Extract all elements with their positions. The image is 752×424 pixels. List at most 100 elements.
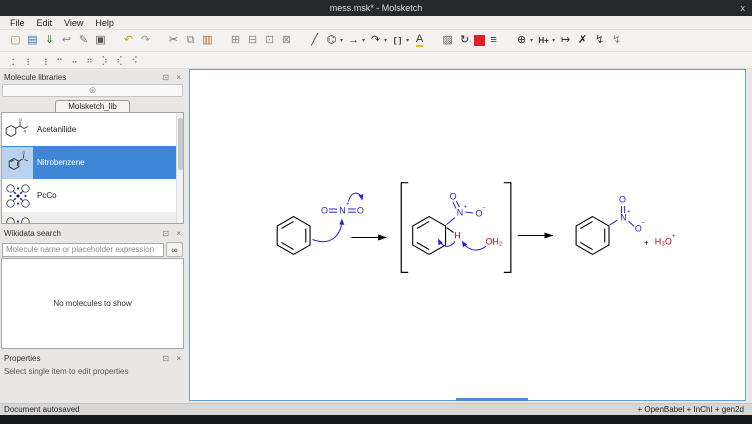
wikidata-search-button[interactable]: ∞ — [166, 242, 183, 257]
libraries-panel-header: Molecule libraries ⊡ × — [1, 71, 184, 84]
toolbar-align: ⡂⡆⢰⠒⠤⠶⡱⢎⠪ — [0, 52, 752, 69]
reaction-arrow-tool-button[interactable]: → — [345, 32, 362, 49]
gear-icon: ⊛ — [89, 85, 97, 96]
paste-button[interactable]: ▥ — [199, 32, 216, 49]
zoom-reset-button[interactable]: ⊡ — [261, 32, 278, 49]
library-refresh-button[interactable]: ⊛ — [2, 84, 183, 97]
ring-tool-button[interactable]: ⌬ — [323, 32, 340, 49]
nitrobenzene-ring — [576, 217, 609, 255]
wikidata-panel-header: Wikidata search ⊡ × — [1, 227, 184, 240]
flip-vertical-button[interactable]: ⢎ — [112, 52, 127, 69]
arenium-ring — [413, 217, 454, 255]
status-message: Document autosaved — [4, 405, 80, 414]
atom-label: N — [457, 208, 463, 218]
menu-item-view[interactable]: View — [58, 18, 89, 28]
hydrogen-tool-dropdown[interactable]: ▾ — [552, 37, 555, 44]
menu-item-file[interactable]: File — [4, 18, 31, 28]
rotate-selection-button[interactable]: ⠪ — [127, 52, 142, 69]
molecule-thumbnail: ON — [2, 114, 33, 146]
mechanism-plus-tool-button[interactable]: ↯ — [591, 32, 608, 49]
new-document-button[interactable]: ▢ — [7, 32, 24, 49]
copy-button[interactable]: ⧉ — [182, 32, 199, 49]
hatch-tool-button[interactable]: ▨ — [439, 32, 456, 49]
export-button[interactable]: ✎ — [75, 32, 92, 49]
zoom-in-button[interactable]: ⊞ — [227, 32, 244, 49]
canvas-hscrollbar-thumb[interactable] — [456, 398, 528, 401]
close-icon[interactable]: x — [741, 0, 746, 16]
libraries-close-icon[interactable]: × — [176, 73, 181, 82]
library-item-pcfe[interactable]: PcFe — [2, 212, 183, 224]
svg-text:O: O — [21, 150, 24, 155]
print-button[interactable]: ▣ — [92, 32, 109, 49]
zoom-out-button[interactable]: ⊟ — [244, 32, 261, 49]
tab-molsketch-lib[interactable]: Molsketch_lib — [55, 100, 129, 112]
rotate-tool-button[interactable]: ↻ — [456, 32, 473, 49]
align-right-button[interactable]: ⠶ — [82, 52, 97, 69]
save-button[interactable]: ⇓ — [41, 32, 58, 49]
open-file-button[interactable]: ▤ — [24, 32, 41, 49]
color-swatch[interactable] — [473, 32, 485, 49]
library-item-label: PcCo — [37, 191, 57, 200]
reaction-arrow-tool-dropdown[interactable]: ▾ — [362, 37, 365, 44]
wikidata-panel-title: Wikidata search — [4, 229, 61, 238]
menu-item-help[interactable]: Help — [89, 18, 120, 28]
undo-button[interactable]: ↶ — [120, 32, 137, 49]
library-list: ONAcetanilideONitrobenzenePcCoPcFe — [1, 112, 184, 224]
charge-tool-dropdown[interactable]: ▾ — [530, 37, 533, 44]
molecule-thumbnail — [2, 213, 33, 225]
libraries-panel-title: Molecule libraries — [4, 73, 66, 82]
menu-item-edit[interactable]: Edit — [31, 18, 59, 28]
charge-tool-button[interactable]: ⊕ — [513, 32, 530, 49]
delete-tool-button[interactable]: ✗ — [574, 32, 591, 49]
properties-close-icon[interactable]: × — [176, 354, 181, 363]
save-as-button[interactable]: ↩ — [58, 32, 75, 49]
flip-horizontal-button[interactable]: ⡱ — [97, 52, 112, 69]
library-scrollbar-thumb[interactable] — [178, 118, 183, 170]
svg-text:N: N — [23, 128, 26, 133]
atom-label: O — [450, 192, 457, 202]
wikidata-result-list: No molecules to show — [1, 258, 184, 349]
text-tool-button[interactable]: A — [411, 32, 428, 49]
window-title: mess.msk* - Molsketch — [330, 3, 423, 13]
align-bottom-button[interactable]: ⡂ — [7, 52, 22, 69]
atom-label: + — [672, 233, 676, 239]
library-item-nitrobenzene[interactable]: ONitrobenzene — [2, 146, 183, 179]
wikidata-float-icon[interactable]: ⊡ — [162, 229, 169, 238]
cut-button[interactable]: ✂ — [165, 32, 182, 49]
bracket-tool-dropdown[interactable]: ▾ — [406, 37, 409, 44]
atom-label: H — [454, 230, 460, 240]
atom-label: N — [620, 213, 626, 223]
insert-arrow-button[interactable]: ↦ — [557, 32, 574, 49]
libraries-float-icon[interactable]: ⊡ — [162, 73, 169, 82]
svg-text:O: O — [18, 117, 21, 122]
wikidata-close-icon[interactable]: × — [176, 229, 181, 238]
ring-tool-dropdown[interactable]: ▾ — [340, 37, 343, 44]
align-horizontal-center-button[interactable]: ⠤ — [67, 52, 82, 69]
atom-label: + — [644, 238, 649, 247]
draw-tool-button[interactable]: ╱ — [306, 32, 323, 49]
library-item-acetanilide[interactable]: ONAcetanilide — [2, 113, 183, 146]
align-vertical-center-button[interactable]: ⡆ — [22, 52, 37, 69]
atom-label: O — [619, 195, 626, 205]
atom-label: + — [346, 202, 350, 208]
wikidata-search-input[interactable] — [2, 243, 164, 257]
mechanism-arrows-1 — [313, 193, 363, 241]
line-width-button[interactable]: ≡ — [485, 32, 502, 49]
zoom-fit-button[interactable]: ⊠ — [278, 32, 295, 49]
library-item-pcco[interactable]: PcCo — [2, 179, 183, 212]
atom-label: OH₂ — [485, 236, 502, 246]
mechanism-minus-tool-button[interactable]: ↯ — [608, 32, 625, 49]
mechanism-arrow-tool-dropdown[interactable]: ▾ — [384, 37, 387, 44]
properties-float-icon[interactable]: ⊡ — [162, 354, 169, 363]
properties-hint: Select single item to edit properties — [1, 365, 184, 403]
redo-button[interactable]: ↷ — [137, 32, 154, 49]
atom-label: − — [482, 206, 486, 212]
bracket-tool-button[interactable]: [ ] — [389, 32, 406, 49]
drawing-canvas[interactable]: ON+OON+O−HOH₂ON+O−+H₃O+ — [189, 69, 746, 401]
align-top-button[interactable]: ⢰ — [37, 52, 52, 69]
left-dock: Molecule libraries ⊡ × ⊛ Molsketch_lib O… — [0, 69, 187, 403]
status-capabilities: + OpenBabel + InChI + gen2d — [637, 405, 744, 414]
align-left-button[interactable]: ⠒ — [52, 52, 67, 69]
mechanism-arrow-tool-button[interactable]: ↷ — [367, 32, 384, 49]
hydrogen-tool-button[interactable]: H+ — [535, 32, 552, 49]
